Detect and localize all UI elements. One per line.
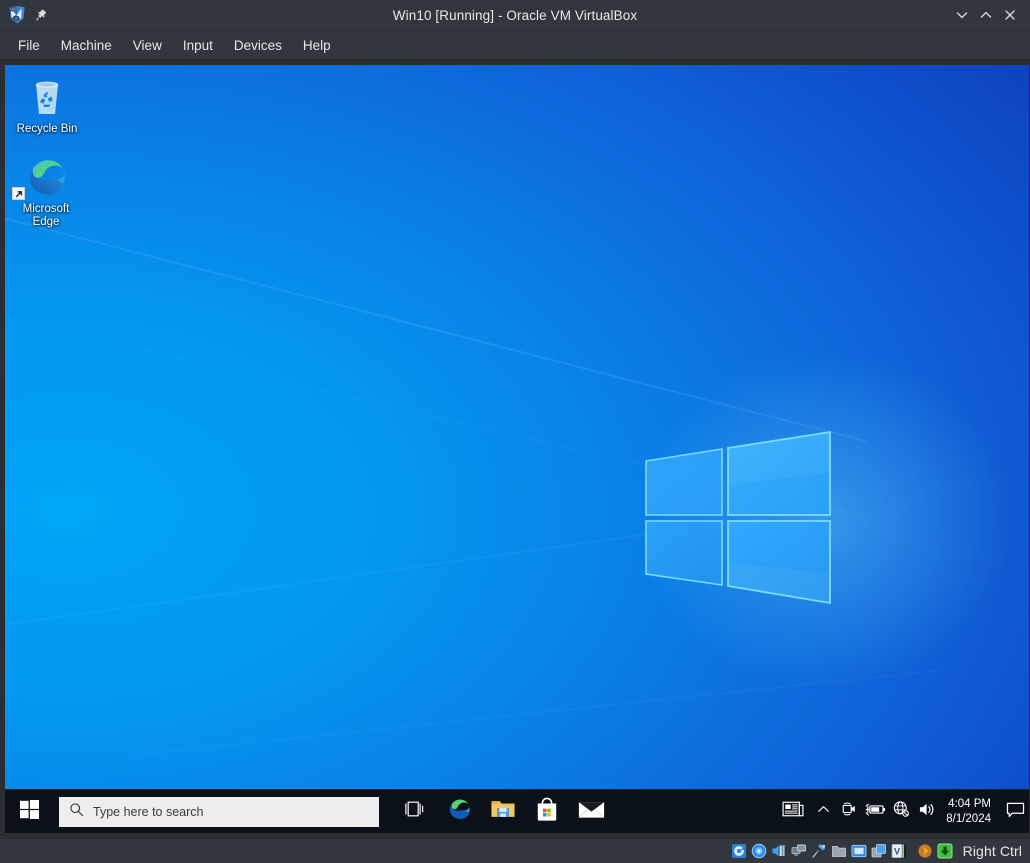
microsoft-edge-icon [10, 154, 82, 200]
window-title: Win10 [Running] - Oracle VM VirtualBox [392, 8, 638, 23]
news-icon [782, 800, 804, 823]
status-mouse-integration[interactable] [917, 843, 934, 860]
close-button[interactable] [998, 3, 1022, 27]
wallpaper-light-ray [5, 315, 873, 519]
recycle-bin-icon [11, 74, 83, 120]
title-bar-left: VB 10 [0, 5, 48, 25]
tray-battery[interactable] [862, 790, 888, 834]
taskbar-app-microsoft-store[interactable] [525, 790, 569, 834]
menu-bar: File Machine View Input Devices Help [0, 31, 1030, 60]
microsoft-edge-icon [446, 796, 472, 827]
minimize-button[interactable] [950, 3, 974, 27]
desktop-wallpaper [5, 65, 1029, 833]
task-view-icon [404, 799, 426, 824]
status-keyboard[interactable] [937, 843, 954, 860]
status-vm-features[interactable]: V [891, 843, 908, 860]
action-center-button[interactable] [1001, 790, 1029, 834]
svg-text:V: V [894, 847, 900, 857]
status-shared-folders[interactable] [831, 843, 848, 860]
maximize-button[interactable] [974, 3, 998, 27]
status-hard-disks[interactable] [731, 843, 748, 860]
host-key-label: Right Ctrl [962, 843, 1022, 859]
tray-volume[interactable] [914, 790, 940, 834]
title-bar: VB 10 Win10 [Running] - Oracle VM Virtua… [0, 0, 1030, 31]
desktop-icon-microsoft-edge[interactable]: Microsoft Edge [8, 151, 84, 232]
status-optical-drives[interactable] [751, 843, 768, 860]
guest-screen-area: Recycle Bin Microsoft Edge Type here to … [0, 60, 1030, 838]
speech-bubble-icon [1006, 801, 1025, 823]
menu-item-devices[interactable]: Devices [224, 34, 292, 57]
status-audio[interactable] [771, 843, 788, 860]
window-controls [950, 3, 1030, 27]
clock-time: 4:04 PM [948, 797, 991, 810]
windows-logo-icon [19, 799, 39, 824]
task-view-button[interactable] [393, 790, 437, 834]
taskbar-clock[interactable]: 4:04 PM 8/1/2024 [940, 790, 1001, 834]
system-tray: 4:04 PM 8/1/2024 [776, 790, 1029, 834]
menu-item-file[interactable]: File [8, 34, 50, 57]
shortcut-arrow-icon [12, 187, 25, 200]
svg-text:10: 10 [14, 17, 18, 21]
microsoft-store-icon [535, 797, 559, 827]
wallpaper-light-ray [5, 215, 867, 443]
menu-item-view[interactable]: View [123, 34, 172, 57]
clock-date: 8/1/2024 [946, 812, 991, 825]
search-icon [69, 802, 84, 822]
vbox-status-bar: V Right Ctrl [0, 838, 1030, 863]
svg-text:VB: VB [10, 8, 15, 12]
windows-logo-wallpaper-icon [638, 413, 838, 613]
speaker-icon [918, 801, 937, 823]
wallpaper-light-ray [125, 669, 941, 757]
start-button[interactable] [5, 790, 53, 834]
search-input[interactable]: Type here to search [59, 796, 379, 827]
chevron-up-icon [817, 803, 830, 821]
taskbar-app-file-explorer[interactable] [481, 790, 525, 834]
taskbar-app-buttons [393, 790, 613, 834]
menu-item-help[interactable]: Help [293, 34, 341, 57]
taskbar-app-edge[interactable] [437, 790, 481, 834]
virtualbox-window: VB 10 Win10 [Running] - Oracle VM Virtua… [0, 0, 1030, 863]
taskbar-app-mail[interactable] [569, 790, 613, 834]
tray-news-and-interests[interactable] [776, 790, 810, 834]
search-placeholder: Type here to search [93, 804, 204, 819]
tray-meet-now[interactable] [836, 790, 862, 834]
status-display[interactable] [851, 843, 868, 860]
status-network[interactable] [791, 843, 808, 860]
camera-icon [840, 801, 858, 822]
tray-show-hidden-icons[interactable] [810, 790, 836, 834]
mail-icon [578, 799, 605, 825]
pin-icon[interactable] [33, 8, 48, 23]
menu-item-input[interactable]: Input [173, 34, 223, 57]
battery-charging-icon [865, 802, 886, 822]
status-recording[interactable] [871, 843, 888, 860]
file-explorer-icon [490, 797, 516, 826]
desktop-icon-label: Microsoft Edge [22, 203, 70, 228]
virtualbox-icon: VB 10 [7, 5, 27, 25]
desktop-icon-recycle-bin[interactable]: Recycle Bin [9, 71, 85, 139]
tray-network[interactable] [888, 790, 914, 834]
menu-item-machine[interactable]: Machine [51, 34, 122, 57]
windows-10-desktop[interactable]: Recycle Bin Microsoft Edge Type here to … [5, 65, 1029, 833]
globe-no-internet-icon [892, 800, 910, 823]
taskbar: Type here to search 4:04 PM 8/1/2024 [5, 789, 1029, 833]
wallpaper-light-ray [5, 519, 748, 627]
desktop-icon-label: Recycle Bin [16, 123, 78, 135]
status-usb[interactable] [811, 843, 828, 860]
